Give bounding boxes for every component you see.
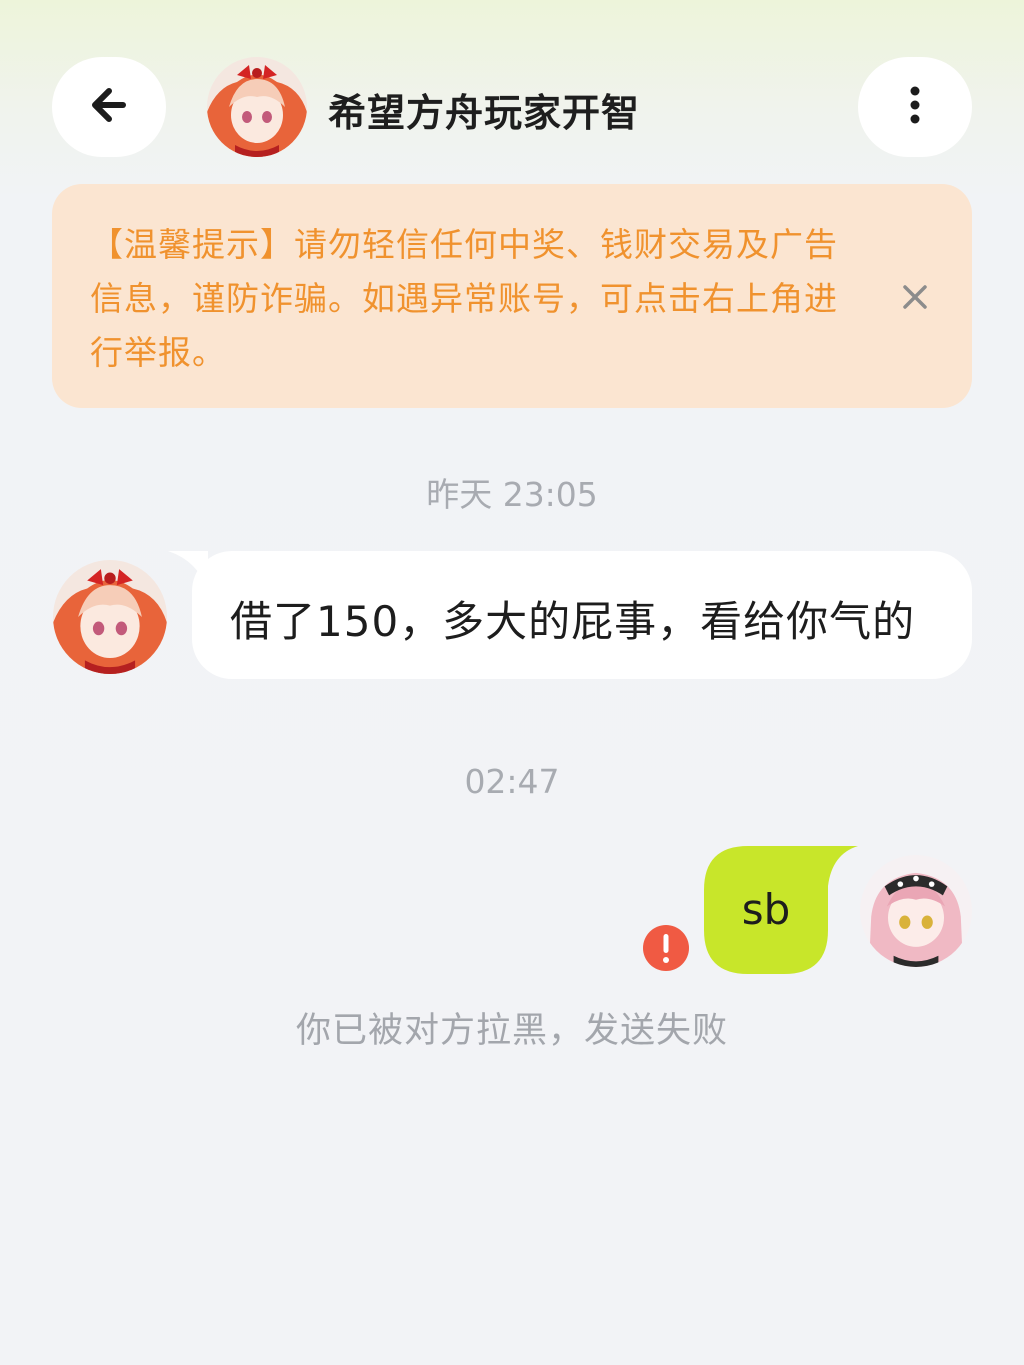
message-timestamp: 昨天 23:05 bbox=[426, 475, 598, 514]
close-icon bbox=[901, 283, 929, 315]
send-failed-notice: 你已被对方拉黑，发送失败 bbox=[295, 1011, 728, 1051]
peer-avatar[interactable] bbox=[53, 560, 167, 674]
safety-notice-banner: 【温馨提示】请勿轻信任何中奖、钱财交易及广告信息，谨防诈骗。如遇异常账号，可点击… bbox=[52, 184, 972, 408]
chat-title: 希望方舟玩家开智 bbox=[328, 91, 641, 135]
arrow-left-icon bbox=[87, 85, 131, 129]
more-options-button[interactable] bbox=[858, 57, 972, 157]
safety-notice-text: 【温馨提示】请勿轻信任何中奖、钱财交易及广告信息，谨防诈骗。如遇异常账号，可点击… bbox=[90, 225, 838, 372]
error-icon[interactable] bbox=[642, 924, 690, 972]
chat-partner-avatar[interactable] bbox=[207, 57, 307, 157]
close-notice-button[interactable] bbox=[895, 279, 935, 319]
self-avatar[interactable] bbox=[860, 855, 972, 967]
back-button[interactable] bbox=[52, 57, 166, 157]
peer-message-text: 借了150，多大的屁事，看给你气的 bbox=[230, 597, 916, 646]
self-message-text: sb bbox=[741, 885, 791, 934]
vertical-dots-icon bbox=[907, 85, 923, 129]
message-timestamp: 02:47 bbox=[464, 762, 560, 801]
